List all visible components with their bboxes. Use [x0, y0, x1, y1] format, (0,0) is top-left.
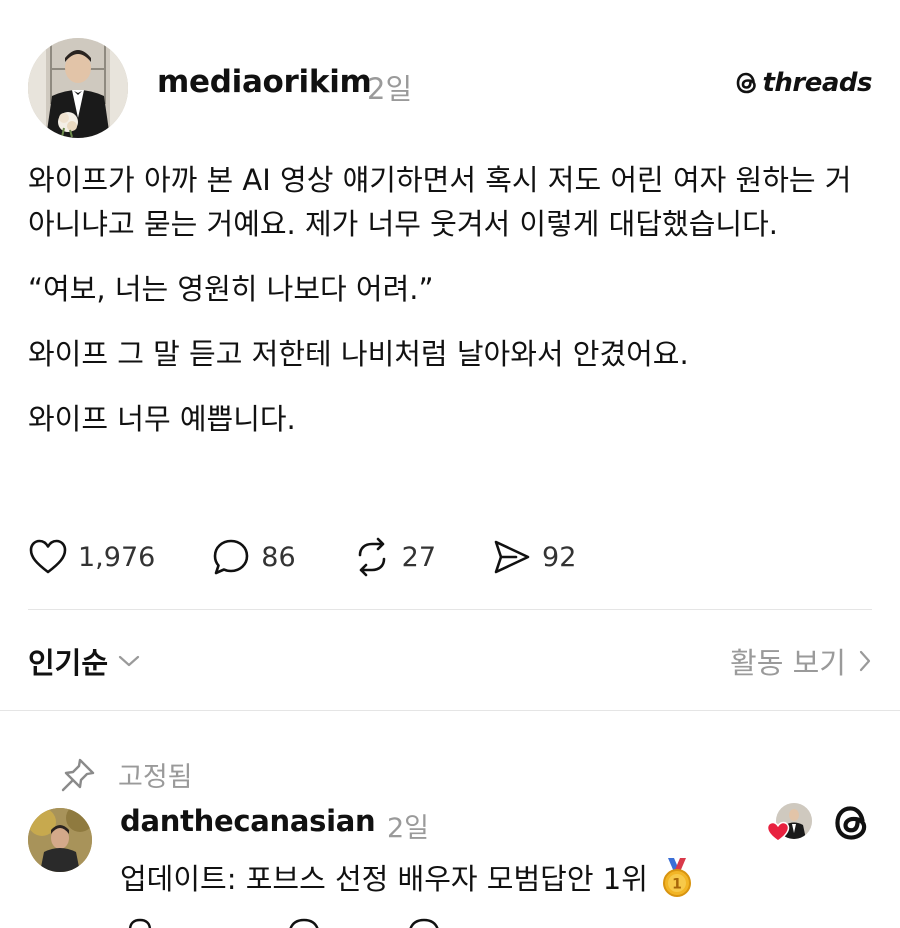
- activity-label: 활동 보기: [730, 646, 846, 680]
- commenter-username[interactable]: danthecanasian: [120, 804, 376, 838]
- author-liked-indicator: [766, 803, 812, 843]
- comment-count: 86: [261, 541, 296, 573]
- pinned-indicator: 고정됨: [60, 755, 193, 794]
- comment-actions-partial: [120, 915, 720, 928]
- repost-icon: [358, 537, 385, 577]
- share-button[interactable]: 92: [492, 537, 576, 577]
- comment-icon: [213, 539, 249, 575]
- send-icon: [494, 540, 530, 574]
- author-username[interactable]: mediaorikim: [157, 64, 372, 100]
- comment-body: 업데이트: 포브스 선정 배우자 모범답안 1위 1: [120, 856, 694, 898]
- repost-count: 27: [401, 541, 437, 573]
- sort-label: 인기순: [28, 646, 109, 680]
- author-avatar[interactable]: [28, 38, 128, 138]
- heart-badge-icon: [766, 821, 790, 842]
- chevron-down-icon: [118, 655, 140, 667]
- like-count: 1,976: [78, 541, 156, 573]
- share-count: 92: [542, 541, 577, 573]
- comment-meta: [766, 802, 872, 844]
- pin-icon: [61, 758, 95, 791]
- threads-logo-icon: [737, 72, 757, 94]
- threads-logo-icon[interactable]: [832, 802, 872, 844]
- sort-dropdown[interactable]: 인기순: [28, 640, 140, 682]
- medal-number: 1: [672, 877, 682, 893]
- brand-name: threads: [762, 68, 872, 98]
- divider: [0, 710, 900, 711]
- divider: [28, 609, 872, 610]
- like-button[interactable]: 1,976: [28, 538, 155, 576]
- post-paragraph: 와이프가 아까 본 AI 영상 얘기하면서 혹시 저도 어린 여자 원하는 거 …: [28, 163, 852, 241]
- heart-icon: [29, 539, 67, 574]
- commenter-avatar[interactable]: [28, 808, 92, 872]
- comment-button[interactable]: 86: [211, 537, 296, 577]
- chevron-right-icon: [859, 650, 871, 672]
- post-body: 와이프가 아까 본 AI 영상 얘기하면서 혹시 저도 어린 여자 원하는 거 …: [28, 158, 878, 462]
- repost-button[interactable]: 27: [352, 537, 436, 577]
- post-paragraph: 와이프 너무 예쁩니다.: [28, 402, 296, 436]
- view-activity-link[interactable]: 활동 보기: [730, 640, 872, 682]
- post-paragraph: “여보, 너는 영원히 나보다 어려.”: [28, 272, 434, 306]
- threads-brand[interactable]: threads: [735, 68, 872, 98]
- post-paragraph: 와이프 그 말 듣고 저한테 나비처럼 날아와서 안겼어요.: [28, 337, 689, 371]
- gold-medal-icon: 1: [662, 858, 691, 897]
- pinned-label: 고정됨: [118, 762, 193, 793]
- comment-text: 업데이트: 포브스 선정 배우자 모범답안 1위: [120, 862, 648, 896]
- post-actions: 1,976 86 27 92: [28, 535, 632, 579]
- threads-post-screen: mediaorikim 2일 threads 와이프가 아까 본 AI 영상 얘…: [0, 0, 900, 928]
- comment-time: 2일: [387, 813, 430, 844]
- post-time: 2일: [367, 72, 413, 106]
